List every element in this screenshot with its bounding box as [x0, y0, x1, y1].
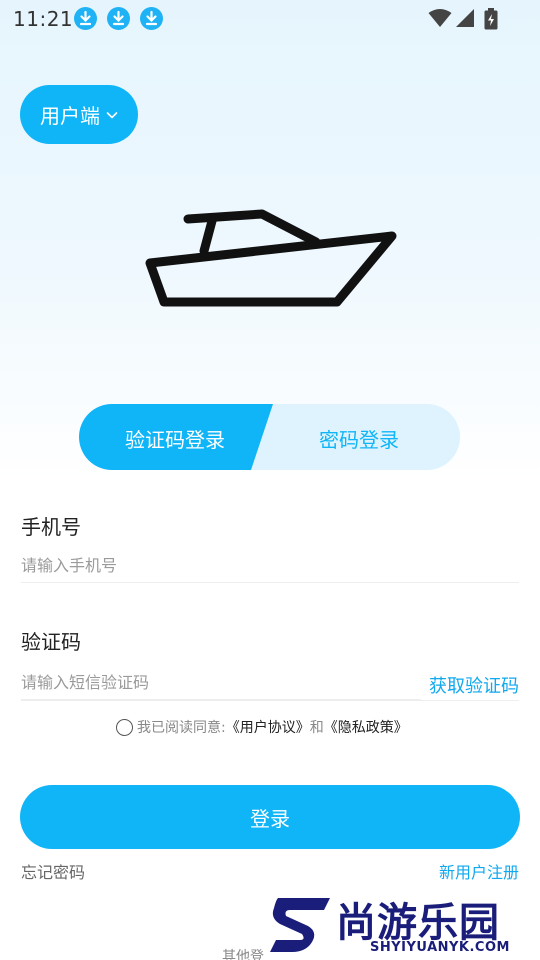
download-icon [74, 7, 97, 30]
watermark-logo-icon [270, 898, 330, 952]
wifi-icon [428, 9, 452, 27]
user-agreement-link[interactable]: 《用户协议》 [226, 717, 310, 737]
agreement-row: 我已阅读同意: 《用户协议》 和 《隐私政策》 [116, 716, 408, 738]
battery-charging-icon [484, 8, 498, 30]
watermark: 尚游乐园 SHYIYUANYK.COM [266, 888, 540, 960]
forgot-password-link[interactable]: 忘记密码 [21, 859, 85, 883]
boat-icon [145, 209, 397, 307]
register-link[interactable]: 新用户注册 [439, 859, 519, 883]
role-switch-button[interactable]: 用户端 [20, 85, 138, 144]
login-type-tabs: 验证码登录 密码登录 [79, 404, 460, 470]
code-divider [21, 700, 519, 701]
download-icon [107, 7, 130, 30]
signal-icon [456, 9, 474, 27]
agreement-checkbox[interactable] [116, 718, 133, 736]
login-button[interactable]: 登录 [20, 785, 520, 849]
phone-input[interactable] [21, 549, 519, 583]
sms-code-input[interactable] [21, 666, 421, 700]
get-code-button[interactable]: 获取验证码 [429, 672, 519, 698]
tab-code-login-label: 验证码登录 [125, 428, 225, 452]
status-bar: 11:21 [0, 0, 540, 36]
watermark-en: SHYIYUANYK.COM [370, 940, 510, 955]
code-label: 验证码 [21, 630, 81, 654]
phone-label: 手机号 [21, 515, 81, 539]
agreement-prefix: 我已阅读同意: [137, 720, 226, 736]
agreement-conjunction: 和 [309, 720, 324, 736]
other-login-label: 其他登 [222, 949, 264, 960]
tab-password-login-label: 密码登录 [319, 428, 399, 452]
chevron-down-icon [106, 111, 118, 118]
status-time: 11:21 [13, 7, 74, 31]
role-switch-label: 用户端 [40, 104, 100, 128]
privacy-policy-link[interactable]: 《隐私政策》 [324, 717, 408, 737]
download-icon [140, 7, 163, 30]
